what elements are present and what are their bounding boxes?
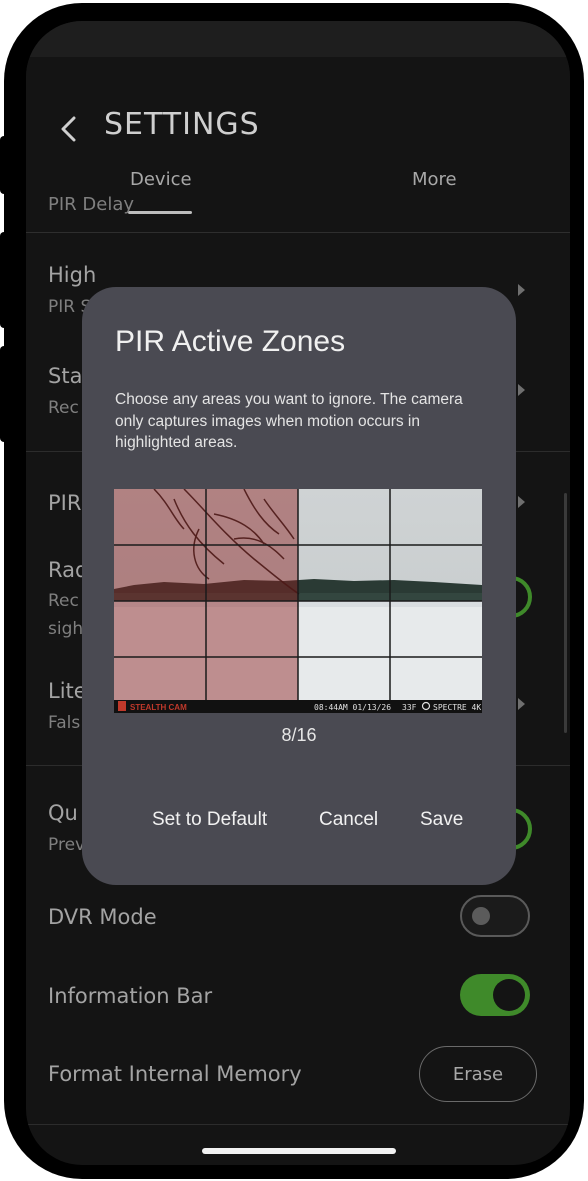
set-default-button[interactable]: Set to Default (152, 809, 267, 831)
cancel-button[interactable]: Cancel (319, 809, 378, 831)
high-label[interactable]: High (48, 263, 96, 287)
toggle-knob (472, 907, 490, 925)
rad-sub-2: sigh (48, 619, 84, 639)
sta-arrow-icon (518, 384, 525, 396)
qu-label[interactable]: Qu (48, 801, 78, 825)
dialog-description: Choose any areas you want to ignore. The… (115, 391, 463, 451)
home-indicator[interactable] (202, 1148, 396, 1154)
save-button[interactable]: Save (420, 809, 463, 831)
status-bar (26, 21, 570, 57)
settings-header: SETTINGS Device More (26, 57, 570, 233)
pir-label[interactable]: PIR (48, 491, 81, 515)
lite-sub: Fals (48, 713, 81, 733)
phone-frame: SETTINGS Device More PIR Delay High PIR … (4, 3, 584, 1179)
pir-arrow-icon (518, 496, 525, 508)
zone-grid[interactable] (114, 489, 482, 713)
pir-active-zones-dialog: PIR Active Zones Choose any areas you wa… (82, 287, 516, 885)
scrollbar[interactable] (564, 493, 567, 733)
toggle-knob (493, 979, 525, 1011)
qu-sub: Prev (48, 835, 86, 855)
information-bar-toggle[interactable] (460, 974, 530, 1016)
zone-counter: 8/16 (281, 725, 317, 745)
back-chevron-icon[interactable] (56, 115, 84, 143)
camera-preview: STEALTH CAM 08:44AM 01/13/26 33F SPECTRE… (114, 489, 482, 713)
header-divider (26, 232, 570, 233)
tab-selected-indicator (128, 211, 192, 214)
sta-sub: Rec (48, 398, 79, 418)
section-divider (26, 1124, 570, 1125)
tab-device[interactable]: Device (130, 169, 192, 190)
page-title: SETTINGS (104, 107, 260, 142)
lite-label[interactable]: Lite (48, 679, 87, 703)
tab-more[interactable]: More (412, 169, 457, 190)
high-arrow-icon (518, 284, 525, 296)
lite-arrow-icon (518, 698, 525, 710)
dialog-title: PIR Active Zones (115, 325, 346, 358)
sta-label[interactable]: Sta (48, 364, 82, 388)
format-memory-label: Format Internal Memory (48, 1062, 302, 1086)
pir-delay-label: PIR Delay (48, 194, 135, 215)
erase-button[interactable]: Erase (419, 1046, 537, 1102)
screen: SETTINGS Device More PIR Delay High PIR … (26, 21, 570, 1165)
dvr-mode-toggle[interactable] (460, 895, 530, 937)
information-bar-label: Information Bar (48, 984, 213, 1008)
dvr-mode-label: DVR Mode (48, 905, 157, 929)
rad-sub-1: Rec (48, 591, 79, 611)
